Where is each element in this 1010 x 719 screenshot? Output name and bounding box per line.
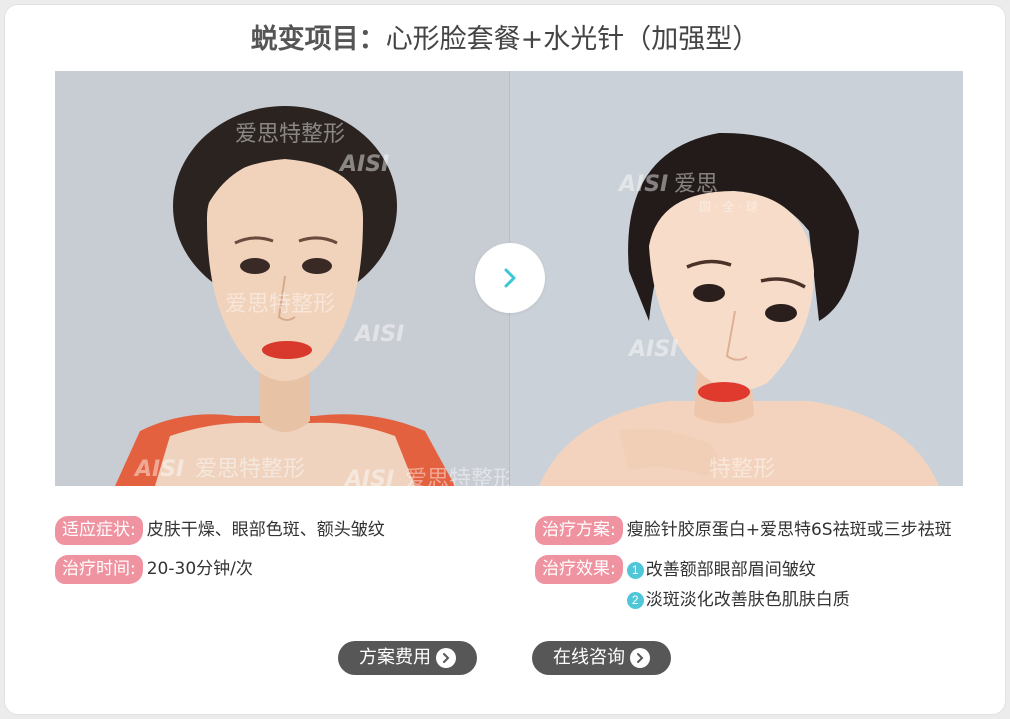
- time-label: 治疗时间:: [55, 555, 143, 584]
- plan-label: 治疗方案:: [535, 516, 623, 545]
- project-card: 蜕变项目：心形脸套餐+水光针（加强型） 爱思特整形 AISI 爱思特整形 AIS…: [4, 4, 1006, 715]
- cost-plan-button-label: 方案费用: [359, 647, 431, 668]
- title-value: 心形脸套餐+水光针（加强型）: [385, 24, 760, 55]
- after-photo: AISI 爱思 国 · 全 · 球 AISI 特整形: [509, 71, 963, 486]
- symptoms-label: 适应症状:: [55, 516, 143, 545]
- cost-plan-button[interactable]: 方案费用: [338, 641, 477, 675]
- svg-text:国 · 全 · 球: 国 · 全 · 球: [699, 199, 758, 214]
- svg-text:AISI: AISI: [617, 172, 668, 197]
- time-row: 治疗时间: 20-30分钟/次: [55, 555, 253, 584]
- plan-row: 治疗方案: 瘦脸针胶原蛋白+爱思特6S祛斑或三步祛斑: [535, 516, 952, 545]
- svg-text:AISI: AISI: [627, 337, 678, 362]
- arrow-right-icon: [630, 648, 650, 668]
- number-two-badge: 2: [626, 591, 644, 609]
- effect-item: 2 淡斑淡化改善肤色肌肤白质: [626, 585, 850, 615]
- svg-text:爱思特整形: 爱思特整形: [235, 122, 345, 147]
- arrow-right-icon: [436, 648, 456, 668]
- before-portrait-illustration: 爱思特整形 AISI 爱思特整形 AISI AISI 爱思特整形 AISI 爱思…: [55, 71, 509, 486]
- svg-text:爱思: 爱思: [674, 172, 718, 197]
- svg-text:爱思特整形: 爱思特整形: [405, 467, 509, 486]
- online-consult-button[interactable]: 在线咨询: [532, 641, 671, 675]
- effect-list: 1 改善额部眼部眉间皱纹 2 淡斑淡化改善肤色肌肤白质: [626, 555, 850, 615]
- next-arrow-button[interactable]: [475, 243, 545, 313]
- symptoms-row: 适应症状: 皮肤干燥、眼部色斑、额头皱纹: [55, 516, 385, 545]
- svg-text:AISI: AISI: [353, 322, 404, 347]
- online-consult-button-label: 在线咨询: [553, 647, 625, 668]
- svg-text:爱思特整形: 爱思特整形: [195, 457, 305, 482]
- svg-text:AISI: AISI: [343, 467, 394, 486]
- effect-row: 治疗效果: 1 改善额部眼部眉间皱纹 2 淡斑淡化改善肤色肌肤白质: [535, 555, 850, 615]
- svg-text:AISI: AISI: [338, 152, 389, 177]
- before-after-photos: 爱思特整形 AISI 爱思特整形 AISI AISI 爱思特整形 AISI 爱思…: [55, 71, 963, 486]
- svg-text:爱思特整形: 爱思特整形: [225, 292, 335, 317]
- chevron-right-icon: [504, 268, 516, 288]
- page-title: 蜕变项目：心形脸套餐+水光针（加强型）: [5, 23, 1005, 57]
- before-photo: 爱思特整形 AISI 爱思特整形 AISI AISI 爱思特整形 AISI 爱思…: [55, 71, 509, 486]
- symptoms-value: 皮肤干燥、眼部色斑、额头皱纹: [146, 520, 385, 540]
- number-one-badge: 1: [626, 561, 644, 579]
- effect-item-text: 改善额部眼部眉间皱纹: [645, 560, 816, 580]
- effect-label: 治疗效果:: [535, 555, 623, 584]
- after-portrait-illustration: AISI 爱思 国 · 全 · 球 AISI 特整形: [509, 71, 963, 486]
- plan-value: 瘦脸针胶原蛋白+爱思特6S祛斑或三步祛斑: [626, 520, 952, 540]
- svg-text:特整形: 特整形: [709, 457, 775, 482]
- svg-text:AISI: AISI: [133, 457, 184, 482]
- effect-item: 1 改善额部眼部眉间皱纹: [626, 555, 850, 585]
- time-value: 20-30分钟/次: [146, 559, 253, 579]
- effect-item-text: 淡斑淡化改善肤色肌肤白质: [645, 590, 850, 610]
- title-label: 蜕变项目：: [250, 24, 386, 55]
